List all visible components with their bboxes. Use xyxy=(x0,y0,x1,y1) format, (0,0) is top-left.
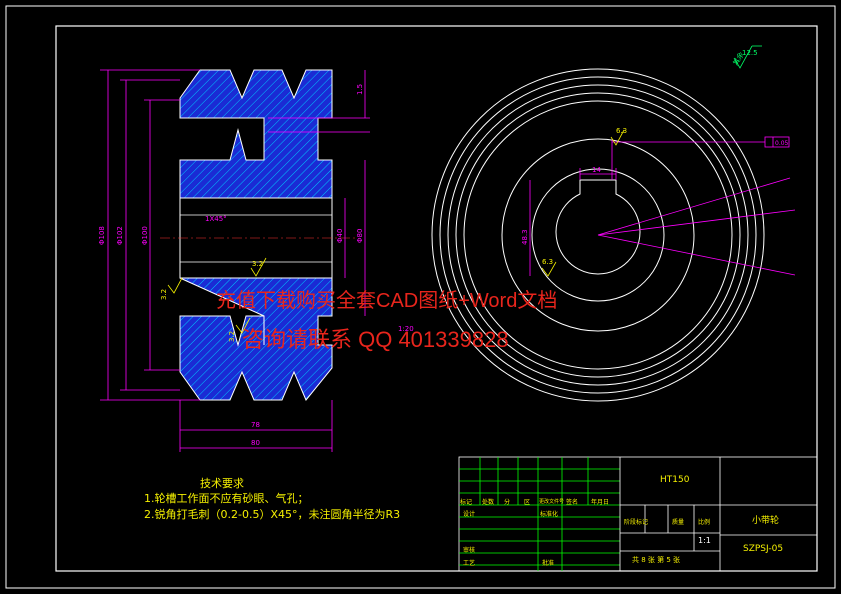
tolerance-frame: 0.05 xyxy=(764,136,790,148)
section-dimensions xyxy=(100,69,370,452)
dim-chamfer: 1X45° xyxy=(205,215,227,223)
roughness-left-1: 3.2 xyxy=(252,260,263,268)
tech-requirement-2: 2.锐角打毛刺（0.2-0.5）X45°，未注圆角半径为R3 xyxy=(144,508,401,521)
roughness-right-2: 6.3 xyxy=(542,258,553,266)
tb-header-stage: 阶段标记 xyxy=(624,519,649,526)
tb-header-mass: 质量 xyxy=(672,519,685,526)
tb-header-zone: 区 xyxy=(524,499,531,506)
keyway-bore xyxy=(555,179,641,275)
dim-groove: 1.5 xyxy=(356,84,364,95)
tolerance-value: 0.05 xyxy=(775,140,789,147)
tech-requirements-title: 技术要求 xyxy=(200,477,244,490)
tb-header-process: 工艺 xyxy=(463,560,476,567)
tb-header-scale: 比例 xyxy=(698,519,711,526)
watermark-line-1: 充值下载购买全套CAD图纸+Word文档 xyxy=(216,290,558,312)
tb-header-design: 设计 xyxy=(463,511,476,518)
tb-part-name: 小带轮 xyxy=(752,516,780,526)
dim-hub: Φ80 xyxy=(356,229,364,243)
tb-header-sign: 签名 xyxy=(566,499,579,506)
tb-header-review: 审核 xyxy=(463,547,476,554)
roughness-left-2: 3.2 xyxy=(160,289,168,300)
watermark-line-2: 咨询请联系 QQ 401339828 xyxy=(242,327,509,352)
dim-width-1: 78 xyxy=(251,421,260,429)
tb-header-approve: 批准 xyxy=(542,560,555,567)
front-view-dimensions xyxy=(529,140,796,276)
tb-header-mark: 标记 xyxy=(460,499,473,506)
tb-header-date: 年月日 xyxy=(591,499,610,506)
dim-keyway-depth: 48.3 xyxy=(521,229,529,245)
dim-dia-2: Φ102 xyxy=(116,226,124,245)
tb-header-div: 分 xyxy=(504,499,511,506)
roughness-right-1: 6.3 xyxy=(616,127,627,135)
tb-drawing-number: SZPSJ-05 xyxy=(743,544,784,554)
tb-material: HT150 xyxy=(660,475,690,485)
tb-scale: 1:1 xyxy=(698,536,711,545)
tb-header-change: 更改文件号 xyxy=(539,499,565,505)
roughness-left-3: 3.2 xyxy=(228,331,236,342)
upper-groove-section xyxy=(179,69,333,199)
dim-bore: Φ40 xyxy=(336,229,344,243)
dim-dia-outer: Φ108 xyxy=(98,226,106,245)
tb-header-standard: 标准化 xyxy=(540,511,559,518)
tb-sheet-info: 共 8 张 第 5 张 xyxy=(632,556,681,564)
dim-width-2: 80 xyxy=(251,439,260,447)
dim-dia-3: Φ100 xyxy=(141,226,149,245)
tech-requirement-1: 1.轮槽工作面不应有砂眼、气孔； xyxy=(144,492,309,505)
tb-header-count: 处数 xyxy=(482,499,495,506)
dim-keyway-width: 14 xyxy=(592,166,601,174)
general-roughness: 12.5 其余 xyxy=(731,45,762,69)
